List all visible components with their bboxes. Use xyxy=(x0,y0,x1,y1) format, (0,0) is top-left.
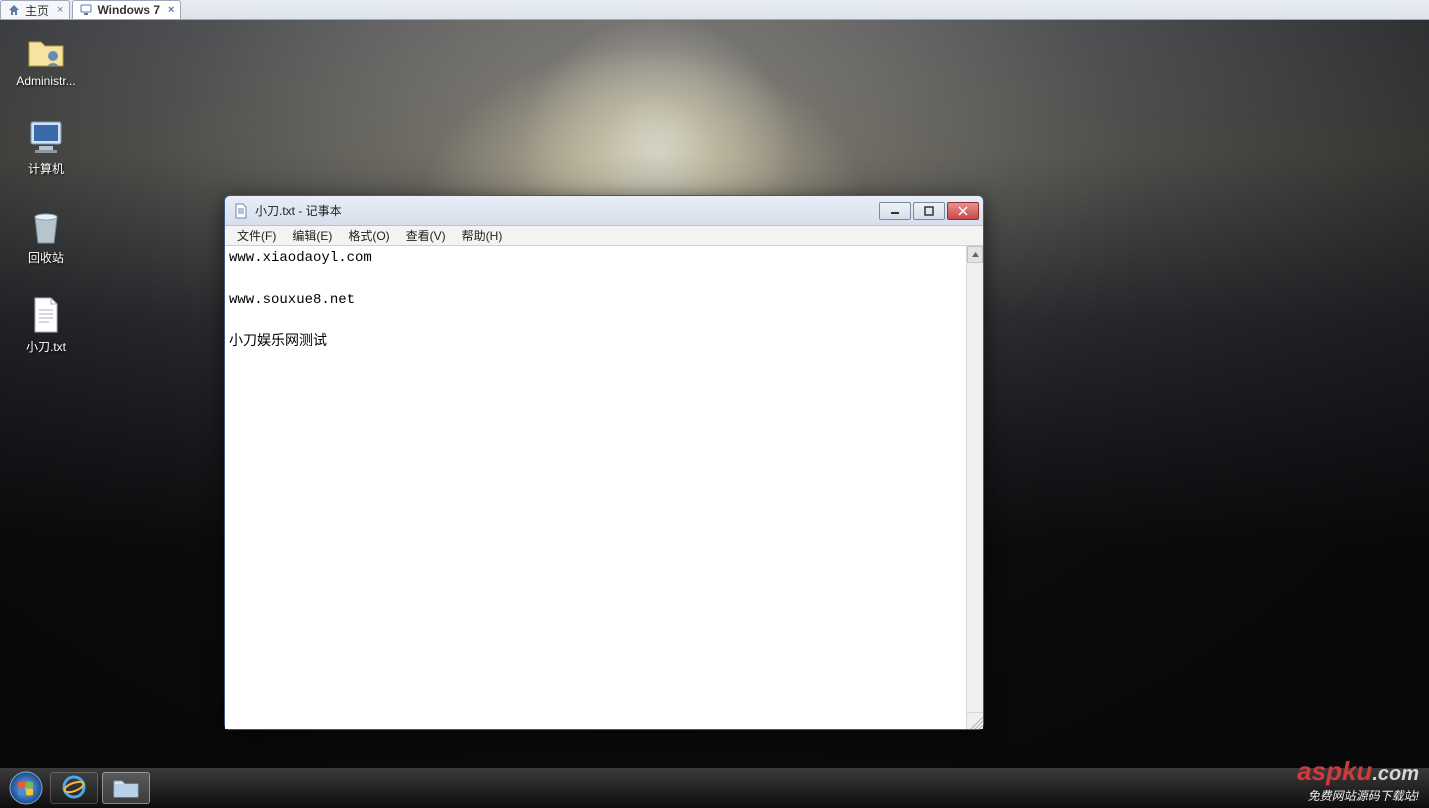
watermark-sub: 免费网站源码下载站! xyxy=(1297,787,1419,804)
maximize-button[interactable] xyxy=(913,202,945,220)
document-icon xyxy=(233,203,249,219)
menu-help[interactable]: 帮助(H) xyxy=(454,225,511,246)
text-file-icon xyxy=(25,294,67,336)
desktop-icon-computer[interactable]: 计算机 xyxy=(10,116,82,177)
icon-label: 计算机 xyxy=(28,160,64,177)
close-button[interactable] xyxy=(947,202,979,220)
scroll-up-button[interactable] xyxy=(967,246,983,263)
desktop-area[interactable]: Administr... 计算机 回收站 小刀.txt 小刀 xyxy=(0,20,1429,768)
start-button[interactable] xyxy=(6,768,46,808)
desktop-icon-recycle[interactable]: 回收站 xyxy=(10,205,82,266)
browser-tab-strip: 主页 × Windows 7 × xyxy=(0,0,1429,20)
close-icon[interactable]: × xyxy=(168,4,174,16)
window-title: 小刀.txt - 记事本 xyxy=(255,202,879,219)
brand-tld: .com xyxy=(1372,763,1419,785)
ie-icon xyxy=(61,774,87,803)
tab-home[interactable]: 主页 × xyxy=(0,0,70,19)
home-icon xyxy=(7,3,21,17)
taskbar-item-ie[interactable] xyxy=(50,772,98,804)
menu-format[interactable]: 格式(O) xyxy=(340,225,397,246)
resize-grip[interactable] xyxy=(966,712,983,729)
desktop-icon-txt[interactable]: 小刀.txt xyxy=(10,294,82,355)
text-editor[interactable]: www.xiaodaoyl.com www.souxue8.net 小刀娱乐网测… xyxy=(225,246,966,729)
monitor-icon xyxy=(79,3,93,17)
desktop-icon-admin[interactable]: Administr... xyxy=(10,30,82,88)
tab-label: 主页 xyxy=(25,2,49,19)
recycle-bin-icon xyxy=(25,205,67,247)
menu-file[interactable]: 文件(F) xyxy=(229,225,284,246)
close-icon[interactable]: × xyxy=(57,4,63,16)
editor-area: www.xiaodaoyl.com www.souxue8.net 小刀娱乐网测… xyxy=(225,246,983,729)
icon-label: Administr... xyxy=(16,74,75,88)
folder-icon xyxy=(112,775,140,802)
icon-label: 小刀.txt xyxy=(26,338,66,355)
titlebar[interactable]: 小刀.txt - 记事本 xyxy=(225,196,983,226)
menu-view[interactable]: 查看(V) xyxy=(398,225,454,246)
watermark-brand: aspku.com xyxy=(1297,756,1419,787)
taskbar xyxy=(0,768,1429,808)
menubar: 文件(F) 编辑(E) 格式(O) 查看(V) 帮助(H) xyxy=(225,226,983,246)
vertical-scrollbar[interactable] xyxy=(966,246,983,712)
desktop-icons: Administr... 计算机 回收站 小刀.txt xyxy=(10,30,82,355)
folder-user-icon xyxy=(25,30,67,72)
menu-edit[interactable]: 编辑(E) xyxy=(284,225,340,246)
minimize-button[interactable] xyxy=(879,202,911,220)
icon-label: 回收站 xyxy=(28,249,64,266)
taskbar-item-explorer[interactable] xyxy=(102,772,150,804)
notepad-window: 小刀.txt - 记事本 文件(F) 编辑(E) 格式(O) 查看(V) 帮助(… xyxy=(224,195,984,730)
computer-icon xyxy=(25,116,67,158)
tab-windows7[interactable]: Windows 7 × xyxy=(72,0,181,19)
scroll-track[interactable] xyxy=(967,263,983,712)
brand-main: aspku xyxy=(1297,756,1372,786)
watermark: aspku.com 免费网站源码下载站! xyxy=(1297,756,1419,804)
tab-label: Windows 7 xyxy=(97,3,160,17)
window-controls xyxy=(879,202,979,220)
